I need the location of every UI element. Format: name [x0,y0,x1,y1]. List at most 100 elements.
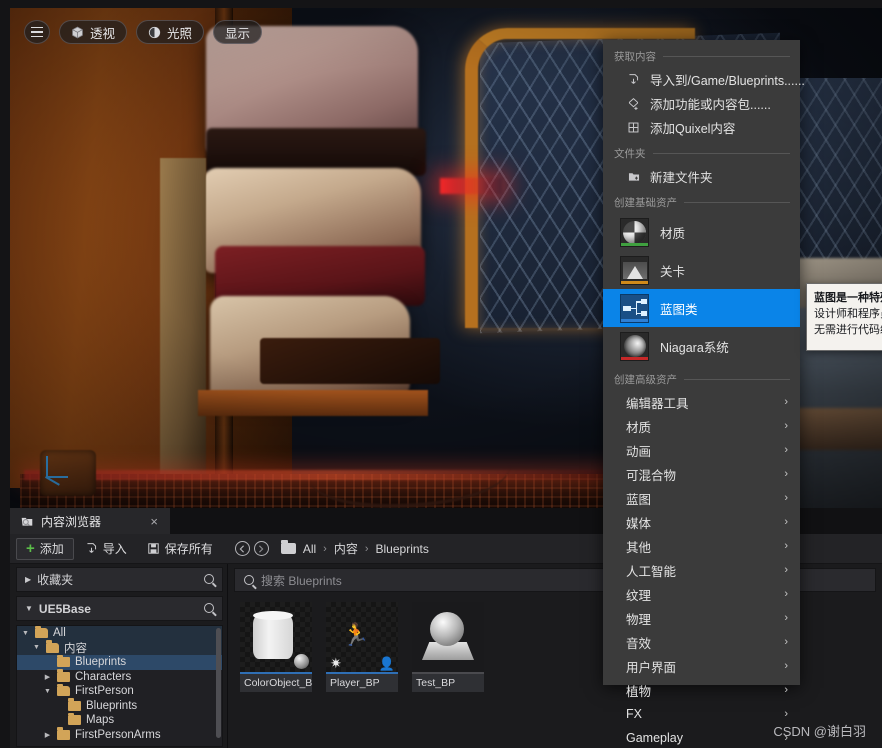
viewport-gizmo[interactable] [45,456,88,498]
menu-item-materials[interactable]: 材质 › [603,414,800,438]
chevron-down-icon[interactable]: ▼ [32,644,41,651]
favorites-header[interactable]: ▶ 收藏夹 [16,567,223,592]
viewport-perspective-button[interactable]: 透视 [59,20,128,44]
menu-item-physics[interactable]: 物理 › [603,606,800,630]
tab-content-browser[interactable]: 内容浏览器 × [10,508,170,534]
menu-item-label: 动画 [626,444,652,459]
menu-item-new-folder[interactable]: 新建文件夹 [603,164,800,188]
content-browser-sources-panel: ▶ 收藏夹 ▼ UE5Base ▼ All ▼ 内容 Blueprints ▶ Charac… [10,564,228,748]
watermark: CSDN @谢白羽 [773,724,866,739]
menu-item-blueprints[interactable]: 蓝图 › [603,486,800,510]
viewport-lighting-button[interactable]: 光照 [136,20,205,44]
menu-item-label: 新建文件夹 [650,170,713,185]
menu-item-level[interactable]: 关卡 [603,251,800,289]
viewport-show-button[interactable]: 显示 [213,20,263,44]
menu-item-material[interactable]: 材质 [603,213,800,251]
search-icon[interactable] [204,602,214,616]
menu-item-foliage[interactable]: 植物 › [603,678,800,702]
asset-tile[interactable]: ColorObject_BP [240,602,312,692]
breadcrumb-item-all[interactable]: All [298,542,321,556]
menu-item-animation[interactable]: 动画 › [603,438,800,462]
scene-dark-panel [260,338,440,384]
viewport-toolbar: 透视 光照 显示 [24,20,263,44]
menu-item-add-feature[interactable]: 添加功能或内容包...... [603,91,800,115]
folder-icon [57,727,70,740]
menu-item-editor-utilities[interactable]: 编辑器工具 › [603,390,800,414]
menu-item-gameplay[interactable]: Gameplay › [603,726,800,748]
character-thumb: 🏃 ✷ 👤 [326,602,398,674]
asset-tile[interactable]: Test_BP [412,602,484,692]
chevron-right-icon: › [784,420,788,432]
chevron-right-icon: › [784,612,788,624]
viewport-menu-button[interactable] [24,20,50,44]
menu-item-niagara-system[interactable]: Niagara系统 [603,327,800,365]
content-browser-context-menu[interactable]: 获取内容 导入到/Game/Blueprints...... 添加功能或内容包.… [603,40,805,745]
person-badge-icon: 👤 [378,656,395,671]
asset-name: ColorObject_BP [240,674,312,692]
menu-item-label: FX [626,707,642,721]
cylinder-thumb [240,602,312,674]
search-icon[interactable] [204,573,214,587]
content-browser-icon [21,517,33,526]
tree-node-label: Characters [75,670,132,683]
menu-section-create-basic-asset: 创建基础资产 [603,188,800,213]
tree-node-label: 内容 [64,642,87,655]
plus-icon: + [26,540,35,557]
tree-node[interactable]: ▼ 内容 [17,640,222,655]
chevron-right-icon[interactable]: ▶ [43,673,52,681]
menu-item-blueprint-class[interactable]: 蓝图类 [603,289,800,327]
menu-item-add-quixel[interactable]: 添加Quixel内容 [603,115,800,139]
back-button[interactable] [234,541,250,556]
breadcrumb-item-blueprints[interactable]: Blueprints [371,542,434,556]
folder-tree[interactable]: ▼ All ▼ 内容 Blueprints ▶ Characters ▼ FirstPerson… [16,625,223,747]
tree-node[interactable]: ▼ All [17,626,222,641]
breadcrumb-item-content[interactable]: 内容 [329,540,363,557]
close-icon[interactable]: × [150,514,158,529]
chevron-right-icon[interactable]: ▶ [43,731,52,739]
asset-tile[interactable]: 🏃 ✷ 👤 Player_BP [326,602,398,692]
menu-item-label: 可混合物 [626,468,677,483]
quixel-icon [626,120,641,135]
menu-item-label: 蓝图 [626,492,652,507]
menu-item-label: 植物 [626,684,652,699]
menu-item-blendables[interactable]: 可混合物 › [603,462,800,486]
chevron-down-icon[interactable]: ▼ [43,688,52,695]
add-button[interactable]: + 添加 [16,537,74,560]
save-icon [148,543,159,554]
tree-node[interactable]: Blueprints [17,654,222,670]
tree-node[interactable]: Maps [17,712,222,728]
breadcrumb-folder-icon [280,540,296,554]
tree-node[interactable]: ▶ Characters [17,669,222,685]
tree-node[interactable]: Blueprints [17,698,222,714]
star-icon: ✷ [330,655,342,671]
menu-item-misc[interactable]: 其他 › [603,534,800,558]
tree-node[interactable]: ▼ FirstPerson [17,683,222,699]
tooltip-line-1: 蓝图是一种特殊 [814,292,882,304]
import-button[interactable]: 导入 [76,538,136,560]
menu-item-media[interactable]: 媒体 › [603,510,800,534]
breadcrumb-separator: › [364,542,369,555]
tree-scrollbar[interactable] [216,628,221,738]
menu-item-import[interactable]: 导入到/Game/Blueprints...... [603,67,805,91]
save-all-button[interactable]: 保存所有 [138,538,222,560]
chevron-down-icon[interactable]: ▼ [21,630,30,637]
scene-red-glow [440,178,502,194]
import-button-label: 导入 [102,542,127,556]
forward-button[interactable] [253,541,269,556]
chevron-right-icon: › [784,396,788,408]
unreal-editor-window: 透视 光照 显示 获取内容 导入到/Game/Blueprints...... … [0,0,882,748]
level-icon [620,255,649,285]
menu-item-artificial-intelligence[interactable]: 人工智能 › [603,558,800,582]
menu-item-sounds[interactable]: 音效 › [603,630,800,654]
import-icon [626,72,641,87]
asset-search-placeholder: 搜索 Blueprints [261,573,342,588]
menu-item-label: 材质 [660,226,686,241]
chevron-right-icon: › [784,540,788,552]
source-header[interactable]: ▼ UE5Base [16,596,223,621]
menu-item-fx[interactable]: FX › [603,702,800,726]
tree-node[interactable]: ▶ FirstPersonArms [17,727,222,743]
source-label: UE5Base [38,601,91,616]
menu-item-textures[interactable]: 纹理 › [603,582,800,606]
add-button-label: 添加 [39,542,64,556]
menu-item-user-interface[interactable]: 用户界面 › [603,654,800,678]
